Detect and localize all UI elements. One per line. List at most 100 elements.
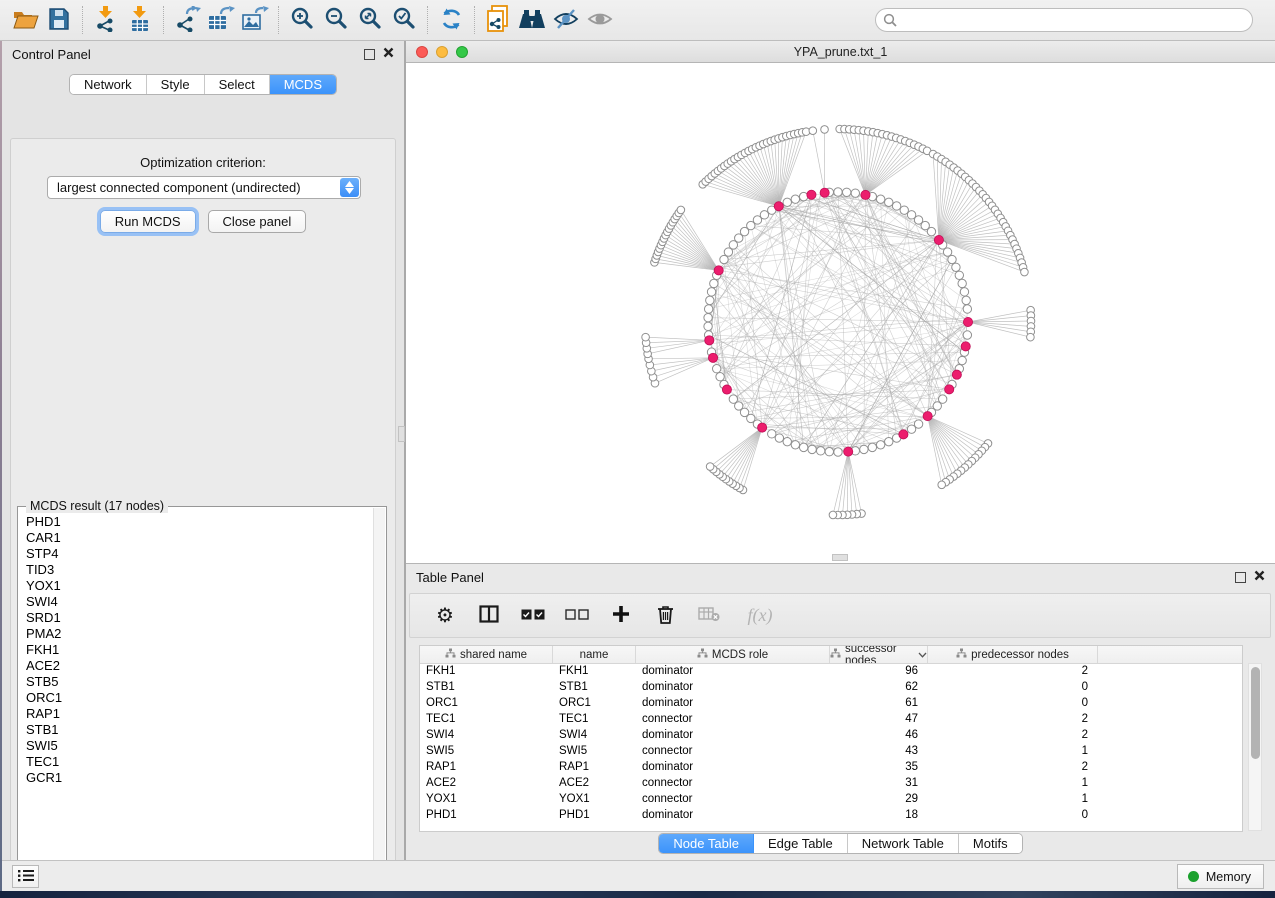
- mcds-result-item[interactable]: PMA2: [26, 626, 373, 642]
- function-builder-button[interactable]: f(x): [738, 601, 782, 631]
- network-leaf-node[interactable]: [821, 126, 829, 134]
- network-node[interactable]: [958, 279, 966, 287]
- mcds-result-item[interactable]: TEC1: [26, 754, 373, 770]
- network-node[interactable]: [704, 305, 712, 313]
- network-leaf-node[interactable]: [706, 463, 714, 471]
- zoom-selected-button[interactable]: [387, 4, 421, 36]
- network-node[interactable]: [860, 445, 868, 453]
- table-scrollbar-thumb[interactable]: [1251, 667, 1260, 759]
- show-columns-button[interactable]: [474, 601, 504, 631]
- zoom-fit-button[interactable]: [353, 4, 387, 36]
- network-leaf-node[interactable]: [829, 511, 837, 519]
- tab-mcds[interactable]: MCDS: [270, 75, 336, 94]
- network-node[interactable]: [710, 279, 718, 287]
- vertical-splitter-handle[interactable]: [398, 426, 405, 442]
- network-node[interactable]: [760, 211, 768, 219]
- network-node[interactable]: [834, 188, 842, 196]
- float-panel-icon[interactable]: [364, 49, 375, 60]
- network-node[interactable]: [876, 441, 884, 449]
- network-node[interactable]: [907, 425, 915, 433]
- network-node[interactable]: [960, 288, 968, 296]
- network-node[interactable]: [892, 202, 900, 210]
- network-node[interactable]: [791, 195, 799, 203]
- close-panel-icon[interactable]: [383, 45, 394, 63]
- search-input[interactable]: [875, 8, 1253, 32]
- network-canvas[interactable]: [406, 63, 1275, 563]
- network-mcds-node[interactable]: [844, 447, 853, 456]
- mcds-result-item[interactable]: RAP1: [26, 706, 373, 722]
- refresh-layout-button[interactable]: [434, 4, 468, 36]
- share-network-document-button[interactable]: [481, 4, 515, 36]
- close-panel-icon[interactable]: [1254, 568, 1265, 586]
- search-network-button[interactable]: [515, 4, 549, 36]
- mcds-result-item[interactable]: CAR1: [26, 530, 373, 546]
- network-node[interactable]: [704, 322, 712, 330]
- network-node[interactable]: [885, 437, 893, 445]
- network-node[interactable]: [712, 365, 720, 373]
- select-all-columns-button[interactable]: [518, 601, 548, 631]
- mcds-result-item[interactable]: ACE2: [26, 658, 373, 674]
- network-node[interactable]: [834, 448, 842, 456]
- horizontal-splitter-handle[interactable]: [832, 554, 848, 561]
- network-node[interactable]: [842, 188, 850, 196]
- network-mcds-node[interactable]: [714, 266, 723, 275]
- delete-table-button[interactable]: [694, 601, 724, 631]
- delete-column-button[interactable]: [650, 601, 680, 631]
- column-header-shared-name[interactable]: shared name: [420, 646, 553, 663]
- float-panel-icon[interactable]: [1235, 572, 1246, 583]
- network-mcds-node[interactable]: [807, 190, 816, 199]
- table-row[interactable]: SWI4SWI4dominator462: [420, 728, 1242, 744]
- network-node[interactable]: [963, 331, 971, 339]
- export-image-button[interactable]: [238, 4, 272, 36]
- network-leaf-node[interactable]: [1027, 333, 1035, 341]
- create-column-button[interactable]: [606, 601, 636, 631]
- table-row[interactable]: STB1STB1dominator620: [420, 680, 1242, 696]
- table-row[interactable]: FKH1FKH1dominator962: [420, 664, 1242, 680]
- tab-select[interactable]: Select: [205, 75, 270, 94]
- import-table-button[interactable]: [123, 4, 157, 36]
- import-network-button[interactable]: [89, 4, 123, 36]
- network-node[interactable]: [825, 448, 833, 456]
- export-table-button[interactable]: [204, 4, 238, 36]
- network-leaf-node[interactable]: [642, 333, 650, 341]
- table-row[interactable]: SWI5SWI5connector431: [420, 744, 1242, 760]
- tab-style[interactable]: Style: [147, 75, 205, 94]
- table-scrollbar[interactable]: [1248, 663, 1262, 831]
- zoom-out-button[interactable]: [319, 4, 353, 36]
- show-graphics-details-button[interactable]: [583, 4, 617, 36]
- memory-button[interactable]: Memory: [1177, 864, 1264, 889]
- network-node[interactable]: [729, 395, 737, 403]
- mcds-result-item[interactable]: PHD1: [26, 514, 373, 530]
- optimization-criterion-select[interactable]: largest connected component (undirected): [47, 176, 361, 199]
- network-node[interactable]: [720, 255, 728, 263]
- network-leaf-node[interactable]: [1021, 268, 1029, 276]
- network-node[interactable]: [704, 313, 712, 321]
- network-leaf-node[interactable]: [809, 127, 817, 135]
- column-header-predecessor-nodes[interactable]: predecessor nodes: [928, 646, 1098, 663]
- network-node[interactable]: [808, 445, 816, 453]
- network-node[interactable]: [799, 443, 807, 451]
- mcds-result-item[interactable]: STB1: [26, 722, 373, 738]
- network-node[interactable]: [707, 288, 715, 296]
- mcds-result-item[interactable]: TID3: [26, 562, 373, 578]
- mcds-result-item[interactable]: STB5: [26, 674, 373, 690]
- mcds-result-scrollbar[interactable]: [373, 508, 385, 876]
- network-node[interactable]: [963, 305, 971, 313]
- hide-graphics-details-button[interactable]: [549, 4, 583, 36]
- network-mcds-node[interactable]: [961, 342, 970, 351]
- mcds-result-item[interactable]: GCR1: [26, 770, 373, 786]
- table-row[interactable]: ORC1ORC1dominator610: [420, 696, 1242, 712]
- network-node[interactable]: [768, 430, 776, 438]
- network-node[interactable]: [948, 255, 956, 263]
- mcds-result-list[interactable]: PHD1CAR1STP4TID3YOX1SWI4SRD1PMA2FKH1ACE2…: [19, 508, 373, 876]
- table-row[interactable]: PHD1PHD1dominator180: [420, 808, 1242, 824]
- network-mcds-node[interactable]: [774, 202, 783, 211]
- mcds-result-item[interactable]: ORC1: [26, 690, 373, 706]
- mcds-result-item[interactable]: SRD1: [26, 610, 373, 626]
- network-node[interactable]: [900, 206, 908, 214]
- table-row[interactable]: ACE2ACE2connector311: [420, 776, 1242, 792]
- network-node[interactable]: [775, 434, 783, 442]
- network-node[interactable]: [962, 296, 970, 304]
- network-window-titlebar[interactable]: YPA_prune.txt_1: [406, 41, 1275, 63]
- table-row[interactable]: RAP1RAP1dominator352: [420, 760, 1242, 776]
